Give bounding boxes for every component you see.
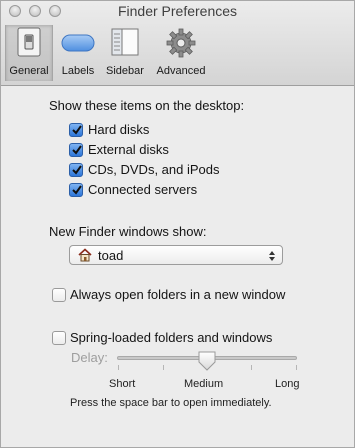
window-title: Finder Preferences — [117, 3, 238, 19]
cds-dvds-ipods-checkbox[interactable] — [69, 163, 83, 177]
labels-pill-icon — [61, 34, 95, 57]
tab-general-label: General — [9, 65, 49, 77]
slider-tick — [163, 365, 164, 370]
slider-tick — [251, 365, 252, 370]
finder-preferences-window: Finder Preferences General Labels Sideba… — [0, 0, 355, 448]
spring-loaded-checkbox[interactable] — [52, 331, 66, 345]
new-window-selected: toad — [98, 248, 124, 263]
hard-disks-checkbox[interactable] — [69, 123, 83, 137]
desktop-items-heading: Show these items on the desktop: — [49, 98, 245, 113]
external-disks-label[interactable]: External disks — [88, 142, 169, 157]
sidebar-icon — [110, 27, 140, 62]
title-toolbar: Finder Preferences General Labels Sideba… — [1, 1, 354, 86]
popup-arrows-icon — [268, 249, 276, 267]
general-switch-icon — [15, 27, 43, 62]
connected-servers-checkbox[interactable] — [69, 183, 83, 197]
delay-long-label: Long — [275, 378, 300, 390]
connected-servers-label[interactable]: Connected servers — [88, 182, 197, 197]
spring-loaded-label[interactable]: Spring-loaded folders and windows — [70, 330, 272, 345]
tab-labels-label: Labels — [61, 65, 95, 77]
tab-sidebar-label: Sidebar — [106, 65, 144, 77]
delay-short-label: Short — [109, 378, 136, 390]
tab-general[interactable]: General — [5, 25, 53, 81]
new-window-popup[interactable]: toad — [69, 245, 283, 265]
tab-advanced[interactable]: Advanced — [151, 25, 211, 81]
delay-label: Delay: — [71, 350, 108, 365]
checkmark-icon — [72, 145, 82, 155]
delay-slider-knob[interactable] — [197, 351, 217, 376]
home-icon — [78, 248, 92, 267]
checkmark-icon — [72, 125, 82, 135]
slider-tick — [296, 365, 297, 370]
always-open-new-window-label[interactable]: Always open folders in a new window — [70, 287, 285, 302]
tab-sidebar[interactable]: Sidebar — [105, 25, 145, 81]
tab-labels[interactable]: Labels — [55, 25, 101, 81]
cds-dvds-ipods-label[interactable]: CDs, DVDs, and iPods — [88, 162, 220, 177]
space-bar-hint: Press the space bar to open immediately. — [70, 397, 272, 409]
gear-icon — [165, 27, 197, 64]
tab-advanced-label: Advanced — [156, 65, 206, 77]
slider-tick — [118, 365, 119, 370]
new-window-label: New Finder windows show: — [49, 224, 207, 239]
always-open-new-window-checkbox[interactable] — [52, 288, 66, 302]
delay-medium-label: Medium — [184, 378, 224, 390]
external-disks-checkbox[interactable] — [69, 143, 83, 157]
checkmark-icon — [72, 185, 82, 195]
hard-disks-label[interactable]: Hard disks — [88, 122, 149, 137]
checkmark-icon — [72, 165, 82, 175]
